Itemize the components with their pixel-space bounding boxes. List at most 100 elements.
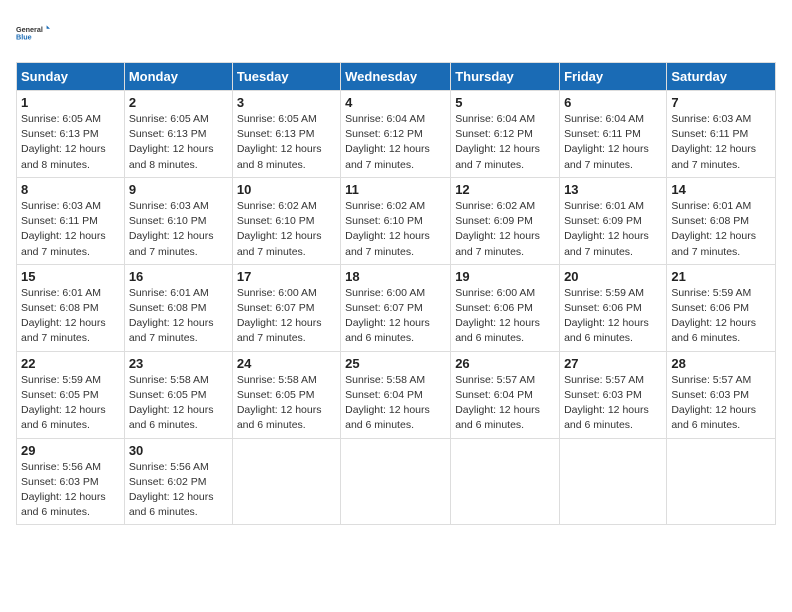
calendar-cell: 19 Sunrise: 6:00 AMSunset: 6:06 PMDaylig… (451, 264, 560, 351)
day-number: 2 (129, 95, 228, 110)
day-number: 27 (564, 356, 662, 371)
day-number: 3 (237, 95, 336, 110)
calendar-cell (232, 438, 340, 525)
day-number: 21 (671, 269, 771, 284)
calendar-cell: 29 Sunrise: 5:56 AMSunset: 6:03 PMDaylig… (17, 438, 125, 525)
day-detail: Sunrise: 6:01 AMSunset: 6:09 PMDaylight:… (564, 200, 649, 258)
calendar-cell: 8 Sunrise: 6:03 AMSunset: 6:11 PMDayligh… (17, 177, 125, 264)
calendar-cell: 22 Sunrise: 5:59 AMSunset: 6:05 PMDaylig… (17, 351, 125, 438)
calendar-cell: 18 Sunrise: 6:00 AMSunset: 6:07 PMDaylig… (341, 264, 451, 351)
calendar-cell: 23 Sunrise: 5:58 AMSunset: 6:05 PMDaylig… (124, 351, 232, 438)
calendar-header: SundayMondayTuesdayWednesdayThursdayFrid… (17, 63, 776, 91)
day-detail: Sunrise: 6:05 AMSunset: 6:13 PMDaylight:… (129, 113, 214, 171)
calendar-cell: 28 Sunrise: 5:57 AMSunset: 6:03 PMDaylig… (667, 351, 776, 438)
day-number: 13 (564, 182, 662, 197)
day-header-sunday: Sunday (17, 63, 125, 91)
day-number: 22 (21, 356, 120, 371)
calendar-cell: 12 Sunrise: 6:02 AMSunset: 6:09 PMDaylig… (451, 177, 560, 264)
day-number: 24 (237, 356, 336, 371)
calendar-cell (451, 438, 560, 525)
calendar-cell (341, 438, 451, 525)
day-number: 25 (345, 356, 446, 371)
calendar-cell: 1 Sunrise: 6:05 AMSunset: 6:13 PMDayligh… (17, 91, 125, 178)
day-detail: Sunrise: 5:56 AMSunset: 6:03 PMDaylight:… (21, 461, 106, 519)
day-detail: Sunrise: 5:57 AMSunset: 6:04 PMDaylight:… (455, 374, 540, 432)
day-number: 19 (455, 269, 555, 284)
day-detail: Sunrise: 6:03 AMSunset: 6:11 PMDaylight:… (21, 200, 106, 258)
calendar-cell: 5 Sunrise: 6:04 AMSunset: 6:12 PMDayligh… (451, 91, 560, 178)
logo: General Blue (16, 16, 50, 50)
day-detail: Sunrise: 5:57 AMSunset: 6:03 PMDaylight:… (564, 374, 649, 432)
calendar-body: 1 Sunrise: 6:05 AMSunset: 6:13 PMDayligh… (17, 91, 776, 525)
calendar-cell: 9 Sunrise: 6:03 AMSunset: 6:10 PMDayligh… (124, 177, 232, 264)
calendar-cell: 16 Sunrise: 6:01 AMSunset: 6:08 PMDaylig… (124, 264, 232, 351)
calendar-week-4: 22 Sunrise: 5:59 AMSunset: 6:05 PMDaylig… (17, 351, 776, 438)
day-header-friday: Friday (560, 63, 667, 91)
day-number: 18 (345, 269, 446, 284)
calendar-cell: 17 Sunrise: 6:00 AMSunset: 6:07 PMDaylig… (232, 264, 340, 351)
day-number: 5 (455, 95, 555, 110)
day-number: 20 (564, 269, 662, 284)
calendar-cell: 4 Sunrise: 6:04 AMSunset: 6:12 PMDayligh… (341, 91, 451, 178)
calendar-cell: 13 Sunrise: 6:01 AMSunset: 6:09 PMDaylig… (560, 177, 667, 264)
day-detail: Sunrise: 5:56 AMSunset: 6:02 PMDaylight:… (129, 461, 214, 519)
calendar-cell: 30 Sunrise: 5:56 AMSunset: 6:02 PMDaylig… (124, 438, 232, 525)
day-number: 6 (564, 95, 662, 110)
page-header: General Blue (16, 16, 776, 50)
day-number: 29 (21, 443, 120, 458)
calendar-week-3: 15 Sunrise: 6:01 AMSunset: 6:08 PMDaylig… (17, 264, 776, 351)
calendar-cell: 15 Sunrise: 6:01 AMSunset: 6:08 PMDaylig… (17, 264, 125, 351)
day-detail: Sunrise: 6:04 AMSunset: 6:12 PMDaylight:… (345, 113, 430, 171)
calendar-cell: 3 Sunrise: 6:05 AMSunset: 6:13 PMDayligh… (232, 91, 340, 178)
day-number: 10 (237, 182, 336, 197)
day-detail: Sunrise: 6:01 AMSunset: 6:08 PMDaylight:… (671, 200, 756, 258)
calendar-cell: 20 Sunrise: 5:59 AMSunset: 6:06 PMDaylig… (560, 264, 667, 351)
day-detail: Sunrise: 6:02 AMSunset: 6:10 PMDaylight:… (345, 200, 430, 258)
day-detail: Sunrise: 6:01 AMSunset: 6:08 PMDaylight:… (21, 287, 106, 345)
day-detail: Sunrise: 6:02 AMSunset: 6:10 PMDaylight:… (237, 200, 322, 258)
day-detail: Sunrise: 6:04 AMSunset: 6:11 PMDaylight:… (564, 113, 649, 171)
day-number: 7 (671, 95, 771, 110)
day-number: 14 (671, 182, 771, 197)
day-number: 8 (21, 182, 120, 197)
day-detail: Sunrise: 6:05 AMSunset: 6:13 PMDaylight:… (21, 113, 106, 171)
day-header-saturday: Saturday (667, 63, 776, 91)
day-number: 9 (129, 182, 228, 197)
svg-text:Blue: Blue (16, 32, 32, 41)
day-detail: Sunrise: 6:04 AMSunset: 6:12 PMDaylight:… (455, 113, 540, 171)
day-detail: Sunrise: 6:03 AMSunset: 6:11 PMDaylight:… (671, 113, 756, 171)
day-number: 4 (345, 95, 446, 110)
day-number: 16 (129, 269, 228, 284)
calendar-cell: 25 Sunrise: 5:58 AMSunset: 6:04 PMDaylig… (341, 351, 451, 438)
calendar-cell: 21 Sunrise: 5:59 AMSunset: 6:06 PMDaylig… (667, 264, 776, 351)
day-number: 12 (455, 182, 555, 197)
calendar-week-1: 1 Sunrise: 6:05 AMSunset: 6:13 PMDayligh… (17, 91, 776, 178)
day-header-thursday: Thursday (451, 63, 560, 91)
day-detail: Sunrise: 5:58 AMSunset: 6:04 PMDaylight:… (345, 374, 430, 432)
calendar-cell: 7 Sunrise: 6:03 AMSunset: 6:11 PMDayligh… (667, 91, 776, 178)
day-detail: Sunrise: 6:00 AMSunset: 6:07 PMDaylight:… (237, 287, 322, 345)
calendar-cell: 6 Sunrise: 6:04 AMSunset: 6:11 PMDayligh… (560, 91, 667, 178)
calendar-cell: 26 Sunrise: 5:57 AMSunset: 6:04 PMDaylig… (451, 351, 560, 438)
calendar-cell: 27 Sunrise: 5:57 AMSunset: 6:03 PMDaylig… (560, 351, 667, 438)
day-detail: Sunrise: 5:59 AMSunset: 6:05 PMDaylight:… (21, 374, 106, 432)
day-detail: Sunrise: 6:05 AMSunset: 6:13 PMDaylight:… (237, 113, 322, 171)
day-detail: Sunrise: 6:00 AMSunset: 6:06 PMDaylight:… (455, 287, 540, 345)
calendar-week-5: 29 Sunrise: 5:56 AMSunset: 6:03 PMDaylig… (17, 438, 776, 525)
calendar-cell: 11 Sunrise: 6:02 AMSunset: 6:10 PMDaylig… (341, 177, 451, 264)
day-number: 17 (237, 269, 336, 284)
day-header-monday: Monday (124, 63, 232, 91)
calendar-cell: 10 Sunrise: 6:02 AMSunset: 6:10 PMDaylig… (232, 177, 340, 264)
day-number: 15 (21, 269, 120, 284)
day-detail: Sunrise: 5:58 AMSunset: 6:05 PMDaylight:… (129, 374, 214, 432)
day-number: 28 (671, 356, 771, 371)
day-header-wednesday: Wednesday (341, 63, 451, 91)
day-number: 30 (129, 443, 228, 458)
day-detail: Sunrise: 5:59 AMSunset: 6:06 PMDaylight:… (671, 287, 756, 345)
day-detail: Sunrise: 6:02 AMSunset: 6:09 PMDaylight:… (455, 200, 540, 258)
day-number: 1 (21, 95, 120, 110)
day-detail: Sunrise: 6:03 AMSunset: 6:10 PMDaylight:… (129, 200, 214, 258)
calendar-cell (560, 438, 667, 525)
day-detail: Sunrise: 5:57 AMSunset: 6:03 PMDaylight:… (671, 374, 756, 432)
calendar-cell: 2 Sunrise: 6:05 AMSunset: 6:13 PMDayligh… (124, 91, 232, 178)
